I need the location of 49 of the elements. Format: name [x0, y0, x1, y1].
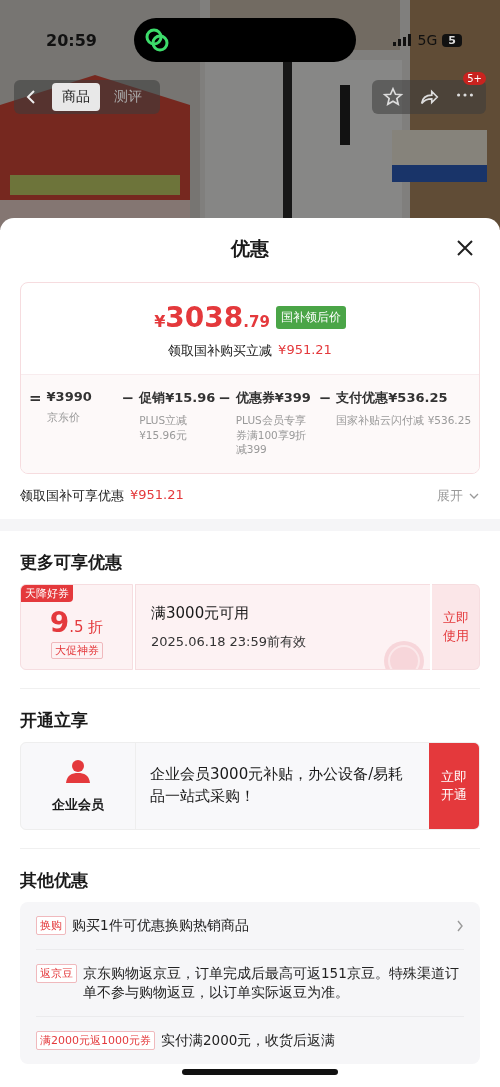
discount-value: 9.5 折 — [49, 605, 104, 639]
close-button[interactable] — [456, 239, 474, 257]
use-now-button[interactable]: 立即使用 — [432, 584, 480, 671]
breakdown-note: PLUS会员专享券满100享9折减399 — [235, 413, 308, 458]
back-icon[interactable] — [26, 89, 36, 105]
nav-tab[interactable]: 商品 — [52, 83, 100, 111]
section-title: 其他优惠 — [20, 869, 89, 893]
operator-sign: − — [121, 389, 135, 407]
network-label: 5G — [417, 32, 438, 48]
signal-icon — [392, 34, 413, 46]
membership-description: 企业会员3000元补贴，办公设备/易耗品一站式采购！ — [149, 764, 405, 808]
chevron-down-icon[interactable] — [468, 492, 480, 501]
breakdown-amount: 促销¥15.96 — [139, 389, 214, 407]
breakdown-note: 国家补贴云闪付减 ¥536.25 — [336, 413, 473, 428]
subsidy-label: 领取国补购买立减 — [168, 342, 273, 360]
status-time: 20:59 — [46, 30, 97, 50]
subsidy-amount: ¥951.21 — [278, 342, 332, 359]
operator-sign: − — [218, 389, 231, 407]
section-title: 开通立享 — [20, 709, 89, 733]
chevron-right-icon[interactable] — [456, 919, 464, 932]
section-title: 更多可享优惠 — [20, 551, 123, 575]
price-tag: 国补领后价 — [275, 306, 346, 329]
coupon-condition: 满3000元可用 — [151, 603, 251, 623]
offer-text: 京东购物返京豆，订单完成后最高可返151京豆。特殊渠道订单不参与购物返豆，以订单实际返豆为准。 — [83, 964, 460, 1002]
breakdown-amount: 支付优惠¥536.25 — [336, 389, 449, 407]
coupon-ribbon: 天降好券 — [21, 585, 73, 603]
offer-tag: 满2000元返1000元券 — [36, 1030, 155, 1050]
breakdown-amount: ¥3990 — [46, 389, 93, 404]
person-icon — [65, 758, 91, 785]
offer-tag: 换购 — [36, 916, 66, 936]
coupon-tag: 大促神券 — [50, 641, 103, 659]
offer-text: 实付满2000元，收货后返满 — [161, 1030, 337, 1050]
summary-amount: ¥951.21 — [130, 487, 184, 505]
offer-tag: 返京豆 — [36, 964, 77, 984]
activate-button[interactable]: 立即开通 — [429, 743, 479, 830]
operator-sign: − — [318, 389, 332, 407]
summary-label: 领取国补可享优惠 — [20, 487, 124, 506]
offer-text: 购买1件可优惠换购热销商品 — [72, 916, 250, 935]
final-price: ¥3038.79 — [154, 301, 270, 334]
breakdown-amount: 优惠券¥399 — [235, 389, 312, 407]
operator-sign: = — [29, 389, 42, 407]
expand-toggle[interactable]: 展开 — [437, 487, 480, 506]
breakdown-note: PLUS立减 ¥15.96元 — [139, 413, 189, 443]
nav-tab[interactable]: 测评 — [104, 83, 152, 111]
breakdown-note: 京东价 — [46, 410, 81, 425]
membership-name: 企业会员 — [52, 796, 104, 815]
coupon-validity: 2025.06.18 23:59前有效 — [151, 632, 308, 651]
star-icon[interactable] — [382, 86, 404, 108]
sheet-title: 优惠 — [231, 236, 269, 261]
